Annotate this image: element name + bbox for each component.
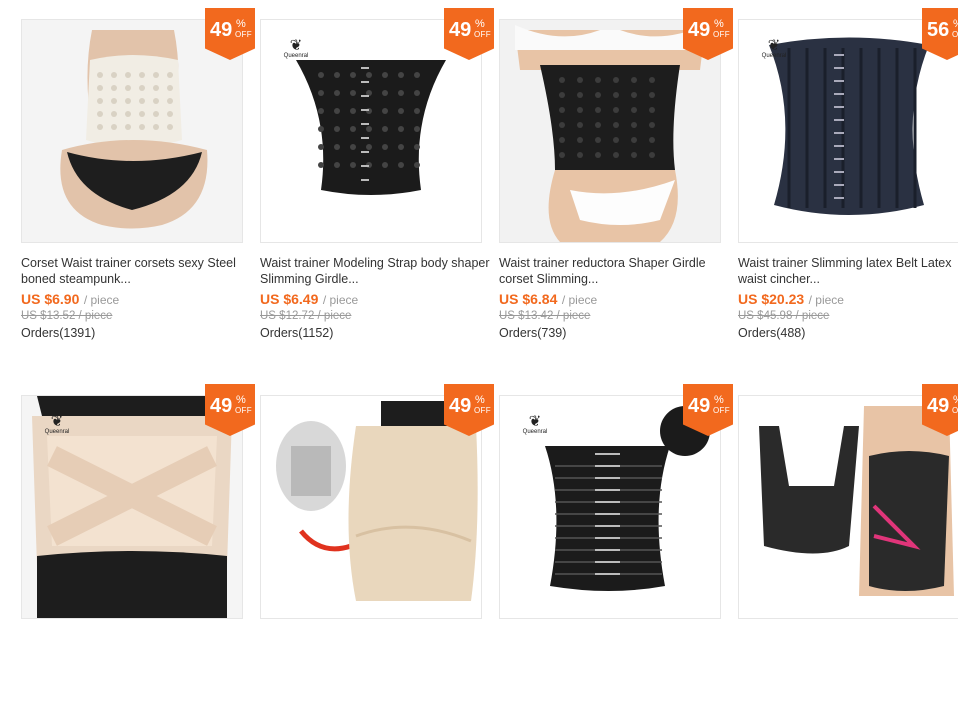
discount-value: 56 [927,19,950,41]
original-price [21,686,243,702]
product-card[interactable]: ❦ 49 % OFF [260,384,494,718]
product-image[interactable]: ❦ Queenral [499,395,721,619]
brand-name: Queenral [44,429,70,435]
product-card[interactable]: ❦ Queenral 56 % OFF Waist trainer Slimmi… [738,8,958,342]
order-count [738,702,958,718]
brand-name: Queenral [522,429,548,435]
butterfly-logo-icon: ❦ [528,413,542,430]
product-card[interactable]: ❦ 49 % OFF [738,384,958,718]
discount-percent: % [714,394,724,406]
brand-logo: ❦ Queenral [40,414,74,435]
price-line [260,667,482,685]
discount-off: OFF [474,30,491,39]
black-waist-trainer-worn [500,20,720,242]
price-unit: / piece [322,293,359,307]
product-title[interactable] [21,631,251,663]
discount-value: 49 [927,395,950,417]
product-card[interactable]: ❦ Queenral 49 % OFF [21,384,255,718]
discount-off: OFF [713,406,730,415]
order-count [499,702,721,718]
order-count [21,702,243,718]
product-title[interactable]: Corset Waist trainer corsets sexy Steel … [21,255,251,287]
sale-price: US $6.84 [499,291,558,307]
price-line: US $6.49 / piece [260,291,482,309]
discount-percent: % [475,394,485,406]
price-line: US $6.90 / piece [21,291,243,309]
brand-logo: ❦ Queenral [518,414,552,435]
discount-value: 49 [688,395,711,417]
product-title[interactable] [499,631,729,663]
discount-off: OFF [713,30,730,39]
product-image[interactable]: ❦ Queenral [21,395,243,619]
discount-off: OFF [235,30,252,39]
product-image[interactable]: ❦ [499,19,721,243]
original-price: US $13.52 / piece [21,310,113,322]
order-count [260,702,482,718]
product-card[interactable]: ❦ 49 % OFF Waist trainer reductora Shape… [499,8,733,342]
original-price: US $12.72 / piece [260,310,352,322]
product-title[interactable] [738,631,958,663]
order-count: Orders(1391) [21,326,96,340]
order-count: Orders(488) [738,326,806,340]
price-line: US $6.84 / piece [499,291,721,309]
brand-logo: ❦ Queenral [757,38,791,59]
discount-percent: % [953,395,958,406]
price-unit: / piece [808,293,844,307]
butterfly-logo-icon: ❦ [50,413,64,430]
discount-percent: % [714,18,724,30]
brand-logo: ❦ Queenral [279,38,313,59]
product-image[interactable]: ❦ [260,395,482,619]
brand-name: Queenral [761,53,787,59]
brand-name: Queenral [283,53,309,59]
sale-price: US $20.23 [738,291,805,307]
discount-off: OFF [235,406,252,415]
original-price: US $13.42 / piece [499,310,591,322]
butterfly-logo-icon: ❦ [767,37,781,54]
price-unit: / piece [561,293,598,307]
discount-off: OFF [952,30,958,39]
discount-value: 49 [449,395,472,417]
discount-value: 49 [688,19,711,41]
price-unit: / piece [83,293,120,307]
original-price [260,686,482,702]
butterfly-logo-icon: ❦ [289,37,303,54]
discount-percent: % [236,394,246,406]
sale-price: US $6.90 [21,291,80,307]
discount-value: 49 [210,395,233,417]
price-line: US $20.23 / piece [738,291,958,309]
discount-off: OFF [474,406,491,415]
original-price [499,686,721,702]
product-image[interactable]: ❦ [21,19,243,243]
price-line [21,667,243,685]
discount-value: 49 [210,19,233,41]
product-image[interactable]: ❦ Queenral [738,19,958,243]
original-price [738,686,958,702]
product-card[interactable]: ❦ Queenral 49 % OFF [499,384,733,718]
discount-off: OFF [952,406,958,415]
discount-percent: % [236,18,246,30]
sale-price: US $6.49 [260,291,319,307]
discount-percent: % [475,18,485,30]
product-card[interactable]: ❦ Queenral 49 % OFF Waist trainer Modeli… [260,8,494,342]
product-card[interactable]: ❦ 49 % OFF Corset Waist trainer corsets … [21,8,255,342]
black-mesh-bodysuit-shaper [739,396,958,618]
price-line [499,667,721,685]
product-title[interactable]: Waist trainer reductora Shaper Girdle co… [499,255,729,287]
product-image[interactable]: ❦ [738,395,958,619]
original-price: US $45.98 / piece [738,310,830,322]
product-title[interactable]: Waist trainer Modeling Strap body shaper… [260,255,490,287]
discount-percent: % [953,19,958,30]
beige-mesh-corset-back-view [22,20,242,242]
product-title[interactable] [260,631,490,663]
order-count: Orders(1152) [260,326,334,340]
product-image[interactable]: ❦ Queenral [260,19,482,243]
discount-value: 49 [449,19,472,41]
price-line [738,667,958,685]
product-title[interactable]: Waist trainer Slimming latex Belt Latex … [738,255,958,287]
beige-high-waist-shaper-brief [261,396,481,618]
order-count: Orders(739) [499,326,567,340]
